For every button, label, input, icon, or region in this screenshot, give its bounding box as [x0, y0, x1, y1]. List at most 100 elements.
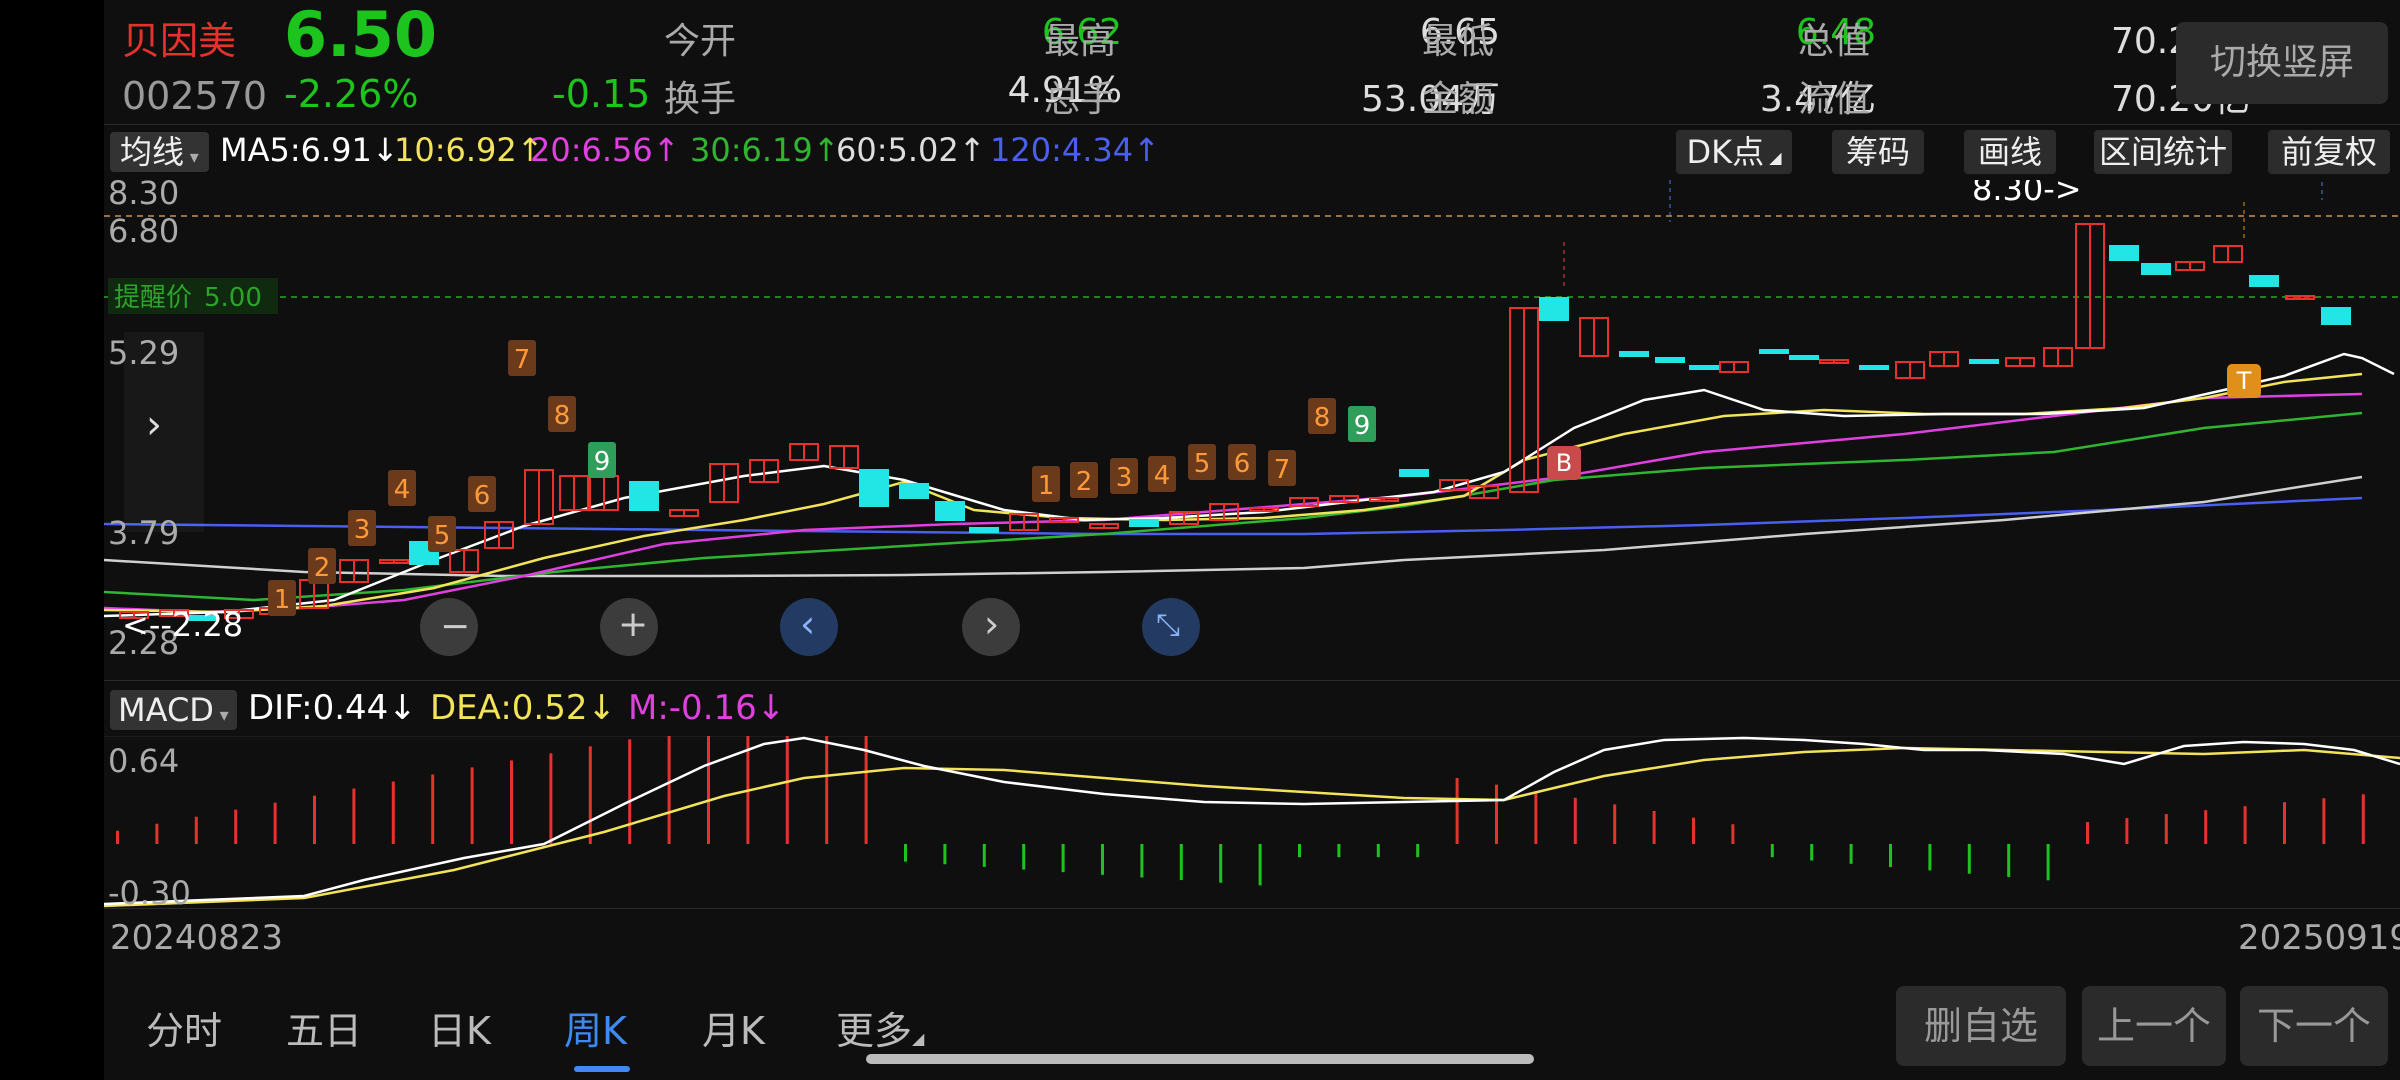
- sequence-marker: 3: [1110, 458, 1138, 494]
- macd-bar: [1416, 844, 1420, 858]
- candlesticks: [119, 223, 2351, 621]
- macd-bar: [1889, 844, 1892, 868]
- macd-bar: [707, 725, 710, 844]
- tab-intraday[interactable]: 分时: [146, 1000, 222, 1055]
- next-stock-button[interactable]: 下一个: [2240, 986, 2388, 1066]
- macd-bar: [1258, 844, 1262, 886]
- candle-body: [1789, 355, 1819, 360]
- total-value-label: 总值: [1798, 21, 1871, 62]
- tab-more[interactable]: 更多◢: [836, 1000, 924, 1055]
- buy-signal[interactable]: B: [1547, 446, 1581, 480]
- scroll-right-button[interactable]: ›: [962, 598, 1020, 656]
- collapse-button[interactable]: ⤡: [1142, 598, 1200, 656]
- macd-bar: [2283, 802, 2286, 844]
- tab-five-day[interactable]: 五日: [286, 1000, 362, 1055]
- macd-chart[interactable]: 0.64 -0.30: [103, 697, 2400, 912]
- signal-label: B: [1556, 449, 1572, 477]
- ma5-value: MA5:6.91↓: [220, 131, 399, 169]
- macd-bar: [2164, 814, 2168, 844]
- dea-line: [103, 746, 2400, 908]
- collapse-arrows-icon: ⤡: [1156, 608, 1180, 643]
- end-date: 20250919: [2238, 918, 2400, 958]
- macd-bar: [116, 830, 119, 844]
- home-indicator[interactable]: [866, 1054, 1534, 1064]
- macd-bar: [825, 704, 829, 844]
- ma10-value: 10:6.92↑: [394, 131, 544, 169]
- sequence-marker: 9: [588, 442, 616, 478]
- sequence-marker: 6: [1228, 444, 1256, 480]
- sequence-number: 5: [434, 521, 451, 551]
- macd-bar: [2125, 818, 2129, 844]
- alert-price-tag[interactable]: 提醒价 5.00: [108, 278, 278, 314]
- macd-bar: [2243, 806, 2247, 844]
- draw-line-button[interactable]: 画线: [1964, 130, 2056, 174]
- ma-selector[interactable]: 均线 ▾: [110, 132, 209, 172]
- ma30-value: 30:6.19↑: [690, 131, 840, 169]
- macd-selector[interactable]: MACD ▾: [110, 690, 237, 730]
- macd-m-value: M:-0.16↓: [628, 688, 786, 728]
- previous-stock-button[interactable]: 上一个: [2082, 986, 2226, 1066]
- candle-body: [1689, 365, 1719, 370]
- ma60-value: 60:5.02↑: [836, 131, 986, 169]
- corner-triangle-icon: ◢: [912, 1029, 925, 1048]
- range-stats-button[interactable]: 区间统计: [2094, 130, 2232, 174]
- chip-button[interactable]: 筹码: [1832, 130, 1924, 174]
- sequence-marker: 7: [508, 340, 536, 376]
- tab-monthly-k[interactable]: 月K: [702, 1000, 765, 1055]
- y-label-top: 8.30: [108, 180, 179, 212]
- open-label: 今开: [664, 21, 737, 62]
- divider: [104, 908, 2400, 909]
- candle-body: [629, 481, 659, 511]
- sequence-number: 4: [1154, 461, 1171, 491]
- candle-body: [1759, 349, 1789, 354]
- remove-watchlist-button[interactable]: 删自选: [1896, 986, 2066, 1066]
- amount-label: 金额: [1422, 79, 1495, 120]
- dif-line: [103, 736, 2400, 906]
- macd-bar: [391, 781, 395, 844]
- macd-bar: [943, 844, 947, 865]
- ma20-value: 20:6.56↑: [530, 131, 680, 169]
- sequence-marker: 4: [388, 470, 416, 506]
- macd-bar: [155, 823, 159, 844]
- tab-weekly-k[interactable]: 周K: [564, 1000, 627, 1055]
- macd-bar: [313, 795, 316, 844]
- kline-chart[interactable]: 123456789123456789 S B S T 8: [103, 114, 2400, 680]
- macd-svg: 0.64 -0.30: [103, 697, 2400, 912]
- candle-body: [899, 483, 929, 499]
- sequence-number: 8: [1314, 403, 1331, 433]
- macd-bar: [470, 767, 474, 844]
- sequence-number: 3: [1116, 463, 1133, 493]
- macd-selector-label: MACD: [118, 691, 214, 729]
- macd-bar: [1061, 844, 1065, 873]
- zoom-in-button[interactable]: +: [600, 598, 658, 656]
- sequence-number: 2: [1076, 467, 1093, 497]
- tab-daily-k[interactable]: 日K: [428, 1000, 491, 1055]
- macd-y-bottom: -0.30: [108, 874, 191, 908]
- expand-handle[interactable]: ›: [124, 332, 204, 532]
- macd-bar: [1101, 844, 1104, 875]
- scroll-left-button[interactable]: ‹: [780, 598, 838, 656]
- high-label: 最高: [1044, 21, 1117, 62]
- corner-triangle-icon: ◢: [1764, 148, 1782, 167]
- sequence-marker: 5: [428, 516, 456, 552]
- t-signal[interactable]: T: [2227, 364, 2261, 398]
- sequence-marker: 8: [1308, 398, 1336, 434]
- change-amount: -0.15: [552, 72, 651, 116]
- plus-icon: +: [618, 604, 649, 645]
- sequence-number: 6: [474, 481, 491, 511]
- sequence-marker: 2: [308, 548, 336, 584]
- zoom-out-button[interactable]: −: [420, 598, 478, 656]
- switch-portrait-button[interactable]: 切换竖屏: [2176, 22, 2388, 104]
- candle-body: [1969, 359, 1999, 364]
- macd-bar: [1298, 844, 1301, 858]
- candle-body: [1539, 297, 1569, 321]
- macd-bar: [1376, 844, 1380, 858]
- sequence-number: 7: [1274, 455, 1291, 485]
- macd-bar: [2046, 844, 2050, 881]
- macd-bar: [1022, 844, 1026, 870]
- ma-selector-label: 均线: [120, 133, 185, 171]
- adjust-button[interactable]: 前复权: [2268, 130, 2390, 174]
- macd-bar: [510, 760, 513, 844]
- dk-point-button[interactable]: DK点 ◢: [1676, 130, 1792, 174]
- volume-label: 总手: [1044, 79, 1117, 120]
